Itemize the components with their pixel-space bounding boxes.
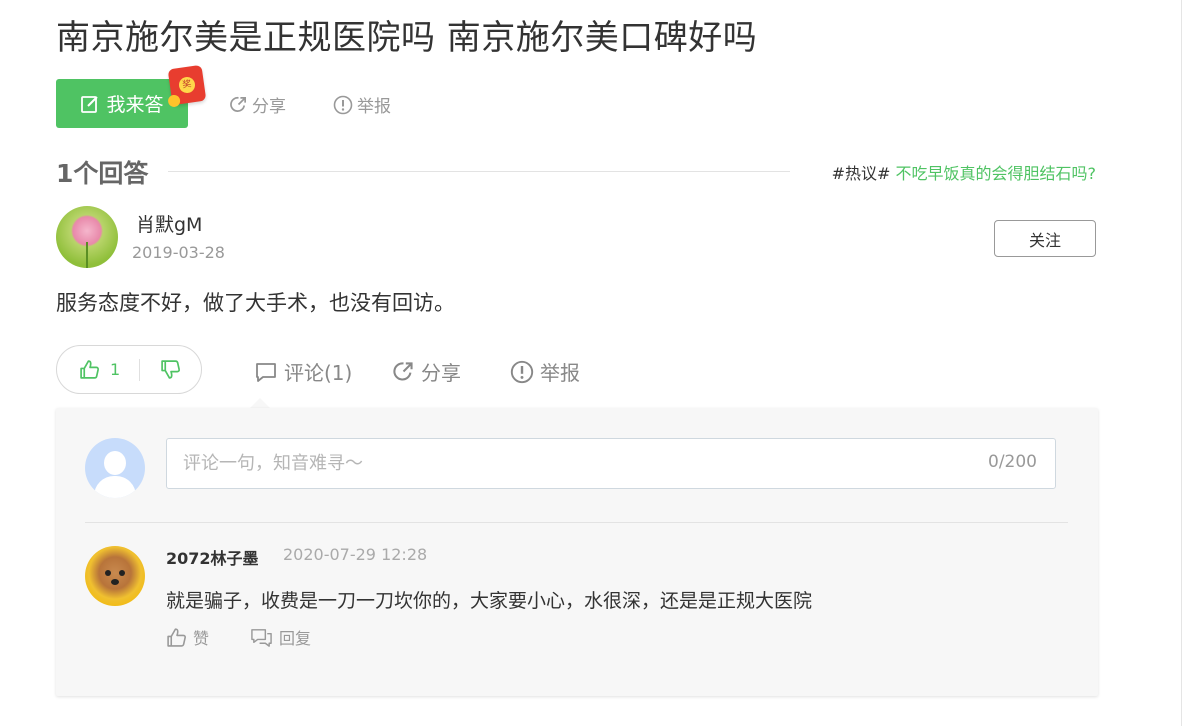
report-icon xyxy=(333,95,353,114)
author-avatar[interactable] xyxy=(56,206,118,268)
comment-like-label: 赞 xyxy=(193,629,210,648)
answer-button-label: 我来答 xyxy=(106,94,164,116)
commenter-name[interactable]: 2072林子墨 xyxy=(166,545,259,569)
edit-icon xyxy=(81,95,99,113)
like-count: 1 xyxy=(110,360,121,379)
answer-date: 2019-03-28 xyxy=(132,243,225,262)
comment-divider xyxy=(85,522,1068,523)
red-packet-coin: 奖 xyxy=(177,75,197,95)
dog-eye xyxy=(119,570,125,576)
comment-reply-label: 回复 xyxy=(279,629,312,648)
answer-report-button[interactable]: 举报 xyxy=(510,357,580,386)
question-report-label: 举报 xyxy=(357,97,391,117)
hot-topic[interactable]: #热议# 不吃早饭真的会得胆结石吗? xyxy=(832,160,1096,184)
comment-text: 就是骗子，收费是一刀一刀坎你的，大家要小心，水很深，还是是正规大医院 xyxy=(166,590,813,612)
answer-content: 服务态度不好，做了大手术，也没有回访。 xyxy=(56,291,455,315)
hot-topic-link[interactable]: 不吃早饭真的会得胆结石吗? xyxy=(896,164,1097,183)
author-name[interactable]: 肖默gM xyxy=(136,210,202,237)
vote-control: 1 xyxy=(56,345,202,394)
comment-toggle-label: 评论(1) xyxy=(284,361,353,385)
hot-topic-tag: #热议# xyxy=(831,164,891,183)
answer-share-label: 分享 xyxy=(421,361,461,385)
comment-like-button[interactable]: 赞 xyxy=(166,625,209,649)
thumbs-up-icon xyxy=(167,627,186,647)
answer-report-label: 举报 xyxy=(540,361,580,385)
user-placeholder-head xyxy=(104,451,126,475)
answer-share-button[interactable]: 分享 xyxy=(392,357,461,386)
follow-button[interactable]: 关注 xyxy=(994,220,1096,257)
share-icon xyxy=(393,362,413,381)
comment-time: 2020-07-29 12:28 xyxy=(283,545,428,564)
report-icon xyxy=(510,360,534,383)
dog-eye xyxy=(105,570,111,576)
current-user-avatar xyxy=(85,438,145,498)
thumbs-down-icon xyxy=(161,360,181,379)
comment-reply-button[interactable]: 回复 xyxy=(250,625,311,649)
comment-toggle-button[interactable]: 评论(1) xyxy=(254,357,352,386)
answer-count: 1个回答 xyxy=(56,159,149,188)
question-title: 南京施尔美是正规医院吗 南京施尔美口碑好吗 xyxy=(56,18,758,58)
answers-header: 1个回答 #热议# 不吃早饭真的会得胆结石吗? xyxy=(56,154,1096,190)
red-packet-icon[interactable]: 奖 xyxy=(167,64,207,108)
comment-panel-pointer xyxy=(250,398,270,408)
user-placeholder-body xyxy=(94,476,136,498)
comment-char-counter: 0/200 xyxy=(988,452,1037,472)
comment-icon xyxy=(256,362,276,382)
lotus-stem xyxy=(86,242,88,268)
question-report-button[interactable]: 举报 xyxy=(333,92,391,117)
thumbs-up-icon xyxy=(80,360,100,379)
question-share-label: 分享 xyxy=(252,97,286,117)
question-share-button[interactable]: 分享 xyxy=(229,92,286,117)
page-right-border xyxy=(1181,0,1182,726)
dislike-button[interactable] xyxy=(140,359,181,380)
header-divider xyxy=(168,171,790,172)
share-icon xyxy=(230,96,247,112)
like-button[interactable]: 1 xyxy=(57,359,135,380)
dog-nose xyxy=(111,579,119,585)
comment-input[interactable] xyxy=(166,438,1056,489)
reply-icon xyxy=(251,628,272,647)
commenter-avatar[interactable] xyxy=(85,546,145,606)
